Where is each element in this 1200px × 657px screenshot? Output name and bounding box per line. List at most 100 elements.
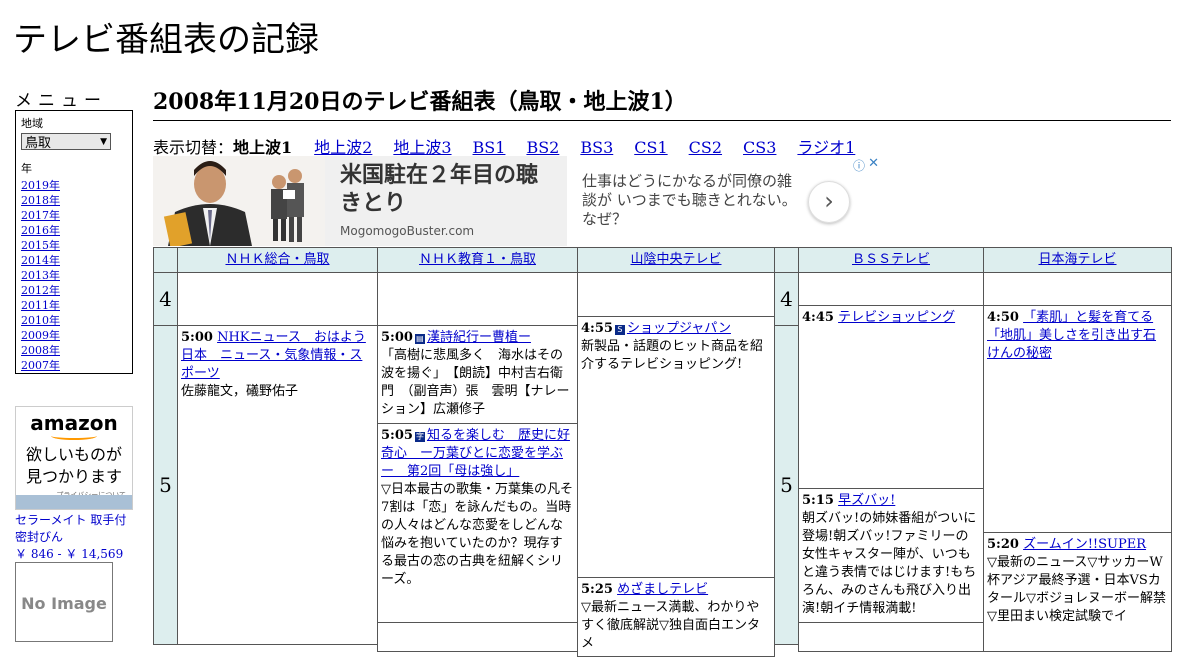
channel-link[interactable]: 山陰中央テレビ bbox=[630, 252, 721, 267]
program-cell: 5:00 NHKニュース おはよう日本 ニュース・気象情報・スポーツ 佐藤龍文，… bbox=[177, 325, 378, 645]
program-time: 5:05 bbox=[381, 428, 413, 443]
channel-header: 日本海テレビ bbox=[983, 247, 1172, 273]
region-select[interactable]: 鳥取 ▼ bbox=[21, 133, 111, 151]
program-time: 5:00 bbox=[181, 330, 213, 345]
program-title[interactable]: ズームイン!!SUPER bbox=[1023, 537, 1146, 552]
program-desc: ▽最新ニュース満載、わかりやすく徹底解説▽独自面白エンタメ bbox=[581, 600, 760, 651]
switch-link[interactable]: BS1 bbox=[473, 138, 506, 157]
ad-photo bbox=[153, 156, 325, 248]
program-cell: 5:25 めざましテレビ ▽最新ニュース満載、わかりやすく徹底解説▽独自面白エン… bbox=[577, 577, 775, 657]
channel-header: 山陰中央テレビ bbox=[577, 247, 775, 273]
program-desc: 「高樹に悲風多く 海水はその波を揚ぐ」 【朗読】中村吉右衛門 （副音声）張 雲明… bbox=[381, 348, 570, 417]
program-cell-empty bbox=[377, 272, 578, 326]
channel-header: ＮＨＫ教育１・鳥取 bbox=[377, 247, 578, 273]
s-icon: S bbox=[614, 325, 625, 335]
program-desc: ▽最新のニュース▽サッカーW杯アジア最終予選・日本VSカタール▽ボジョレヌーボー… bbox=[987, 555, 1166, 624]
hour-column-header bbox=[774, 247, 799, 273]
year-link[interactable]: 2009年 bbox=[21, 329, 60, 342]
switch-link[interactable]: BS2 bbox=[526, 138, 559, 157]
program-cell-empty bbox=[177, 272, 378, 326]
year-link[interactable]: 2016年 bbox=[21, 224, 60, 237]
amazon-tagline-2: 見つかります bbox=[25, 467, 122, 486]
switch-link[interactable]: CS1 bbox=[634, 138, 667, 157]
program-cell bbox=[798, 622, 984, 652]
switch-link[interactable]: ラジオ1 bbox=[797, 138, 855, 157]
program-time: 4:55 bbox=[581, 321, 613, 336]
view-switcher: 表示切替：地上波1 地上波2 地上波3 BS1 BS2 BS3 CS1 CS2 CS3 ラジオ1 bbox=[153, 134, 876, 158]
channel-header: ＮＨＫ総合・鳥取 bbox=[177, 247, 378, 273]
switch-link[interactable]: 地上波2 bbox=[314, 138, 372, 157]
program-cell bbox=[377, 622, 578, 652]
program-cell-empty bbox=[983, 272, 1172, 306]
year-label: 年 bbox=[21, 162, 32, 175]
program-cell: 4:50 「素肌」と髪を育てる「地肌」美しさを引き出す石けんの秘密 bbox=[983, 305, 1172, 533]
amazon-ad-bar bbox=[16, 495, 132, 509]
channel-link[interactable]: ＮＨＫ総合・鳥取 bbox=[225, 252, 329, 267]
page-heading: 2008年11月20日のテレビ番組表（鳥取・地上波1） bbox=[153, 84, 1171, 121]
amazon-ad[interactable]: amazon 欲しいものが 見つかります プライバシーについて bbox=[15, 406, 133, 510]
switch-link[interactable]: CS2 bbox=[689, 138, 722, 157]
chevron-right-icon[interactable]: › bbox=[808, 181, 850, 223]
program-time: 4:45 bbox=[802, 310, 834, 325]
program-cell-empty bbox=[798, 272, 984, 306]
program-time: 5:00 bbox=[381, 330, 413, 345]
year-link[interactable]: 2014年 bbox=[21, 254, 60, 267]
year-link[interactable]: 2007年 bbox=[21, 359, 60, 372]
adchoices-icon[interactable]: ⓘ bbox=[853, 157, 865, 174]
no-image-placeholder: No Image bbox=[15, 562, 113, 642]
program-time: 5:15 bbox=[802, 493, 834, 508]
ad-product-price: ￥ 846 - ￥ 14,569 bbox=[15, 547, 124, 561]
year-link[interactable]: 2018年 bbox=[21, 194, 60, 207]
banner-ad[interactable]: 米国駐在２年目の聴きとり MogomogoBuster.com 仕事はどうにかな… bbox=[153, 156, 881, 248]
ad-product-name[interactable]: セラーメイト 取手付密封びん bbox=[15, 512, 137, 546]
switch-link[interactable]: BS3 bbox=[580, 138, 613, 157]
program-cell: 5:05 字知るを楽しむ 歴史に好奇心 ー万葉びとに恋愛を学ぶー 第2回「母は強し… bbox=[377, 423, 578, 623]
region-select-value: 鳥取 bbox=[25, 136, 52, 151]
program-title[interactable]: 早ズバッ! bbox=[838, 493, 895, 508]
year-link[interactable]: 2012年 bbox=[21, 284, 60, 297]
program-cell: 4:45 テレビショッピング bbox=[798, 305, 984, 489]
sidebar-menu: 地域 鳥取 ▼ 年 2019年 2018年 2017年 2016年 2015年 … bbox=[15, 110, 133, 374]
year-link[interactable]: 2017年 bbox=[21, 209, 60, 222]
dropdown-arrow-icon: ▼ bbox=[100, 136, 107, 147]
close-icon[interactable]: ✕ bbox=[868, 156, 879, 171]
program-cell-empty bbox=[577, 272, 775, 317]
ad-headline[interactable]: 米国駐在２年目の聴きとり bbox=[340, 162, 550, 218]
program-cell: 5:20 ズームイン!!SUPER ▽最新のニュース▽サッカーW杯アジア最終予選… bbox=[983, 532, 1172, 652]
switch-link[interactable]: 地上波3 bbox=[393, 138, 451, 157]
program-title[interactable]: 漢詩紀行ー曹植ー bbox=[427, 330, 531, 345]
hour-cell: 5 bbox=[153, 325, 178, 645]
year-link[interactable]: 2015年 bbox=[21, 239, 60, 252]
year-link[interactable]: 2013年 bbox=[21, 269, 60, 282]
channel-link[interactable]: ＢＳＳテレビ bbox=[852, 252, 930, 267]
ad-product: セラーメイト 取手付密封びん ￥ 846 - ￥ 14,569 bbox=[15, 512, 137, 563]
year-list: 2019年 2018年 2017年 2016年 2015年 2014年 2013… bbox=[21, 178, 127, 373]
hour-cell: 4 bbox=[153, 272, 178, 326]
switch-label: 表示切替： bbox=[153, 138, 234, 157]
program-title[interactable]: テレビショッピング bbox=[838, 310, 955, 325]
program-cell: 4:55 S ショップジャパン 新製品・話題のヒット商品を紹介するテレビショッピング… bbox=[577, 316, 775, 578]
year-link[interactable]: 2019年 bbox=[21, 179, 60, 192]
switch-link[interactable]: CS3 bbox=[743, 138, 776, 157]
channel-header: ＢＳＳテレビ bbox=[798, 247, 984, 273]
ad-domain: MogomogoBuster.com bbox=[340, 224, 475, 238]
menu-label: メニュー bbox=[15, 91, 107, 111]
amazon-logo: amazon bbox=[30, 411, 118, 435]
program-time: 5:25 bbox=[581, 582, 613, 597]
program-cell: 5:00 ▤ 漢詩紀行ー曹植ー 「高樹に悲風多く 海水はその波を揚ぐ」 【朗読】中村… bbox=[377, 325, 578, 424]
channel-link[interactable]: ＮＨＫ教育１・鳥取 bbox=[419, 252, 536, 267]
program-desc: ▽日本最古の歌集・万葉集の凡そ7割は「恋」を詠んだもの。当時の人々はどんな恋愛を… bbox=[381, 482, 573, 587]
data-broadcast-icon: ▤ bbox=[414, 334, 425, 344]
program-time: 5:20 bbox=[987, 537, 1019, 552]
current-view: 地上波1 bbox=[233, 138, 293, 157]
year-link[interactable]: 2010年 bbox=[21, 314, 60, 327]
region-label: 地域 bbox=[21, 117, 43, 130]
year-link[interactable]: 2011年 bbox=[21, 299, 60, 312]
program-title[interactable]: ショップジャパン bbox=[627, 321, 731, 336]
channel-link[interactable]: 日本海テレビ bbox=[1038, 252, 1116, 267]
businessman-image-icon bbox=[153, 156, 325, 248]
program-desc: 朝ズバッ!の姉妹番組がついに登場!朝ズバッ!ファミリーの女性キャスター陣が、いつ… bbox=[802, 511, 977, 616]
program-desc: 新製品・話題のヒット商品を紹介するテレビショッピング! bbox=[581, 339, 764, 372]
year-link[interactable]: 2008年 bbox=[21, 344, 60, 357]
program-title[interactable]: めざましテレビ bbox=[617, 582, 708, 597]
